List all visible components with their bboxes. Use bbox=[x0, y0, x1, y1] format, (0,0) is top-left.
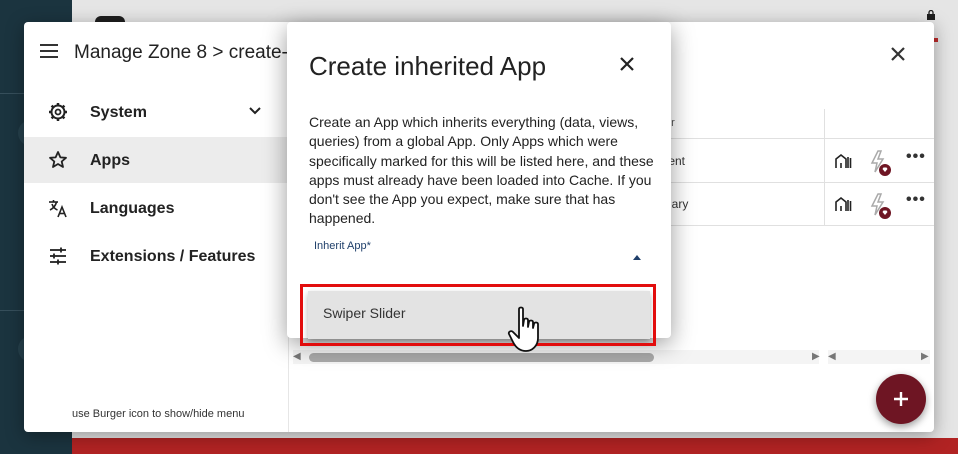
plus-icon bbox=[894, 392, 908, 406]
star-icon bbox=[48, 150, 68, 170]
translate-icon bbox=[48, 198, 68, 218]
breadcrumb: Manage Zone 8 > create-in bbox=[74, 42, 303, 63]
close-icon[interactable] bbox=[886, 42, 910, 66]
close-icon[interactable] bbox=[617, 54, 637, 74]
home-icon[interactable] bbox=[834, 195, 852, 213]
scrollbar-thumb[interactable] bbox=[309, 353, 654, 362]
column-divider bbox=[824, 109, 825, 225]
scroll-right-icon[interactable]: ▶ bbox=[812, 351, 820, 362]
sidebar-nav: System Apps Languages Extensions / Featu… bbox=[24, 86, 289, 432]
sidebar-item-label: System bbox=[90, 104, 147, 121]
nav-hint: use Burger icon to show/hide menu bbox=[72, 408, 245, 420]
dialog-title: Create inherited App bbox=[309, 51, 547, 81]
add-app-button[interactable] bbox=[876, 374, 926, 424]
sidebar-item-system[interactable]: System bbox=[24, 89, 288, 135]
inherit-app-label: Inherit App* bbox=[314, 240, 371, 252]
more-options-icon[interactable]: ••• bbox=[906, 191, 926, 209]
scroll-right-icon[interactable]: ▶ bbox=[921, 351, 929, 362]
sidebar-item-extensions[interactable]: Extensions / Features bbox=[24, 233, 288, 279]
sidebar-item-label: Languages bbox=[90, 200, 175, 217]
chevron-down-icon bbox=[248, 104, 262, 118]
caret-up-icon[interactable] bbox=[633, 255, 641, 260]
home-icon[interactable] bbox=[834, 152, 852, 170]
burger-menu-icon[interactable] bbox=[40, 44, 58, 58]
sidebar-item-label: Extensions / Features bbox=[90, 248, 256, 265]
tune-icon bbox=[48, 246, 68, 266]
sidebar-item-label: Apps bbox=[90, 152, 130, 169]
scroll-left-icon[interactable]: ◀ bbox=[828, 351, 836, 362]
highlight-box bbox=[300, 284, 656, 346]
more-options-icon[interactable]: ••• bbox=[906, 148, 926, 166]
gear-icon bbox=[48, 102, 68, 122]
horizontal-scrollbar[interactable] bbox=[828, 350, 930, 364]
scroll-left-icon[interactable]: ◀ bbox=[293, 351, 301, 362]
sidebar-item-apps[interactable]: Apps bbox=[24, 137, 288, 183]
hand-pointer-icon bbox=[506, 306, 546, 354]
lightning-icon[interactable] bbox=[869, 193, 891, 219]
lightning-icon[interactable] bbox=[869, 150, 891, 176]
sidebar-item-languages[interactable]: Languages bbox=[24, 185, 288, 231]
dialog-description: Create an App which inherits everything … bbox=[309, 114, 654, 227]
